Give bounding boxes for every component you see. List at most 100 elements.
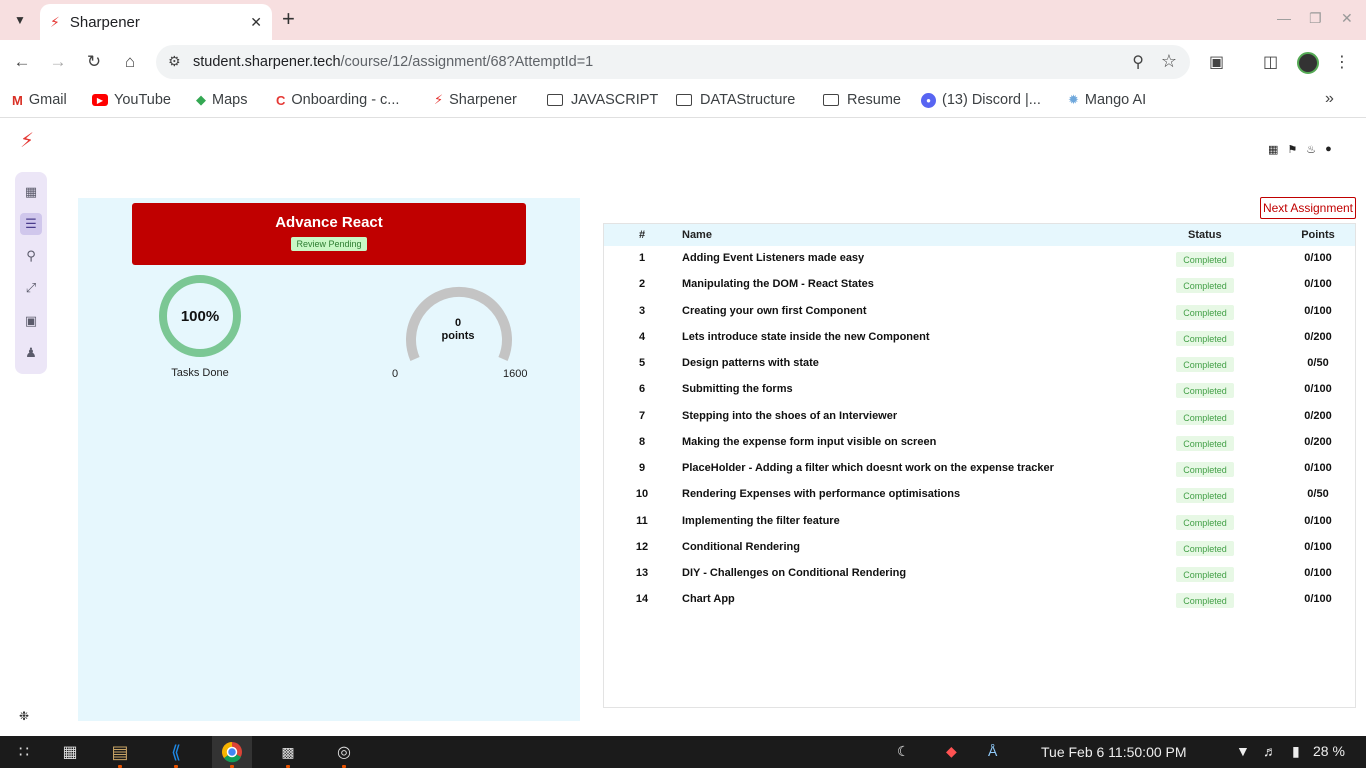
community-icon[interactable]: ♟ [23,345,39,361]
table-row[interactable]: 6 Submitting the forms Completed 0/100 [604,377,1355,403]
leaderboard-icon[interactable]: ▦ [1268,143,1278,156]
volume-icon[interactable]: ♬ [1263,743,1277,759]
status-badge: Completed [1176,305,1234,320]
dashboard-icon[interactable]: ▦ [23,184,39,200]
table-row[interactable]: 11 Implementing the filter feature Complet… [604,509,1355,535]
table-row[interactable]: 8 Making the expense form input visible o… [604,430,1355,456]
bookmark-datastructure[interactable]: DATAStructure [676,92,795,108]
zoom-icon[interactable]: ⚲ [1132,52,1144,72]
home-icon[interactable]: ⌂ [118,50,142,74]
table-row[interactable]: 2 Manipulating the DOM - React States Comp… [604,272,1355,298]
night-light-icon[interactable]: ☾ [897,743,910,760]
bookmark-youtube[interactable]: ▶ YouTube [92,92,171,108]
close-tab-icon[interactable]: ✕ [250,14,262,31]
tools-icon[interactable]: ⤢ [23,280,39,296]
folder-icon [823,94,839,106]
flag-icon[interactable]: ⚑ [1287,143,1297,156]
table-row[interactable]: 14 Chart App Completed 0/100 [604,587,1355,613]
anydesk-icon[interactable]: ◆ [946,743,957,760]
onboarding-icon: C [276,92,286,108]
table-row[interactable]: 1 Adding Event Listeners made easy Complet… [604,246,1355,272]
bookmark-gmail[interactable]: M Gmail [12,92,67,108]
status-badge: Completed [1176,383,1234,398]
url-text[interactable]: student.sharpener.tech/course/12/assignm… [193,54,593,70]
bookmark-sharpener[interactable]: ⚡ Sharpener [434,92,517,108]
youtube-icon: ▶ [92,94,108,106]
wifi-icon[interactable]: ▼ [1236,743,1250,759]
table-row[interactable]: 9 PlaceHolder - Adding a filter which doe… [604,456,1355,482]
user-icon[interactable]: ● [1325,143,1332,156]
forward-icon[interactable]: → [46,50,70,74]
bookmark-onboarding[interactable]: C Onboarding - c... [276,92,399,108]
bookmark-discord[interactable]: ● (13) Discord |... [921,92,1041,108]
address-bar[interactable]: ⚙ student.sharpener.tech/course/12/assig… [156,45,1190,79]
maps-icon: ◆ [196,92,206,107]
table-row[interactable]: 3 Creating your own first Component Comple… [604,299,1355,325]
terminal-icon[interactable]: ▩ [276,740,300,764]
battery-icon[interactable]: ▮ [1292,743,1300,760]
table-row[interactable]: 7 Stepping into the shoes of an Interview… [604,404,1355,430]
bookmark-mango-ai[interactable]: ✹ Mango AI [1068,92,1146,108]
reload-icon[interactable]: ↻ [82,50,106,74]
status-badge: Completed [1176,567,1234,582]
sharpener-logo-icon[interactable]: ⚡ [20,128,34,153]
maximize-icon[interactable]: ❐ [1309,10,1322,27]
award-icon[interactable]: ⚲ [23,248,39,264]
bookmark-javascript[interactable]: JAVASCRIPT [547,92,658,108]
table-row[interactable]: 12 Conditional Rendering Completed 0/100 [604,535,1355,561]
task-name: Rendering Expenses with performance opti… [682,488,961,500]
vscode-icon[interactable]: ⟪ [164,740,188,764]
workspace-icon[interactable]: ▦ [58,740,82,764]
task-name: Chart App [682,593,735,605]
close-window-icon[interactable]: ✕ [1341,10,1353,27]
minimize-icon[interactable]: — [1277,10,1291,26]
assignments-icon[interactable]: ☰ [20,213,42,235]
row-number: 4 [638,331,646,343]
tab-search-icon[interactable]: ▼ [8,8,32,32]
chrome-icon[interactable] [220,740,244,764]
browser-tab[interactable]: ⚡ Sharpener ✕ [40,4,272,40]
header-name: Name [682,229,712,241]
task-name: Creating your own first Component [682,305,867,317]
folder-icon [676,94,692,106]
row-number: 10 [635,488,649,500]
next-assignment-button[interactable]: Next Assignment [1260,197,1356,219]
bell-icon[interactable]: ♨ [1306,143,1316,156]
bug-report-icon[interactable]: ❉ [19,709,29,723]
bookmark-maps[interactable]: ◆ Maps [196,92,247,108]
table-row[interactable]: 10 Rendering Expenses with performance op… [604,482,1355,508]
sharpener-favicon-icon: ⚡ [50,13,60,30]
row-number: 12 [635,541,649,553]
task-points: 0/200 [1304,410,1332,422]
task-points: 0/100 [1304,252,1332,264]
clock[interactable]: Tue Feb 6 11:50:00 PM [1041,744,1187,760]
status-badge: Completed [1176,593,1234,608]
android-studio-icon[interactable]: ◎ [332,740,356,764]
menu-icon[interactable]: ⋮ [1334,52,1350,72]
bluetooth-icon[interactable]: Å [988,743,997,759]
task-name: Conditional Rendering [682,541,800,553]
task-points: 0/100 [1304,383,1332,395]
back-icon[interactable]: ← [10,50,34,74]
row-number: 6 [638,383,646,395]
extensions-icon[interactable]: ▣ [1209,52,1224,72]
table-row[interactable]: 13 DIY - Challenges on Conditional Render… [604,561,1355,587]
tasks-done-percent: 100% [180,307,220,325]
table-row[interactable]: 5 Design patterns with state Completed 0/50 [604,351,1355,377]
row-number: 3 [638,305,646,317]
task-name: Lets introduce state inside the new Comp… [682,331,930,343]
video-icon[interactable]: ▣ [23,313,39,329]
more-bookmarks-icon[interactable]: » [1325,90,1334,108]
bookmark-star-icon[interactable]: ☆ [1161,51,1177,72]
bookmark-resume[interactable]: Resume [823,92,901,108]
new-tab-icon[interactable]: + [282,8,295,30]
browser-toolbar: ← → ↻ ⌂ ⚙ student.sharpener.tech/course/… [0,40,1366,84]
file-manager-icon[interactable]: ▤ [108,740,132,764]
profile-avatar[interactable] [1297,52,1319,74]
app-grid-icon[interactable]: ∷ [12,740,36,764]
side-panel-icon[interactable]: ◫ [1263,52,1278,72]
table-row[interactable]: 4 Lets introduce state inside the new Com… [604,325,1355,351]
header-num: # [638,229,646,241]
battery-percent[interactable]: 28 % [1313,743,1345,759]
site-info-icon[interactable]: ⚙ [168,53,181,70]
